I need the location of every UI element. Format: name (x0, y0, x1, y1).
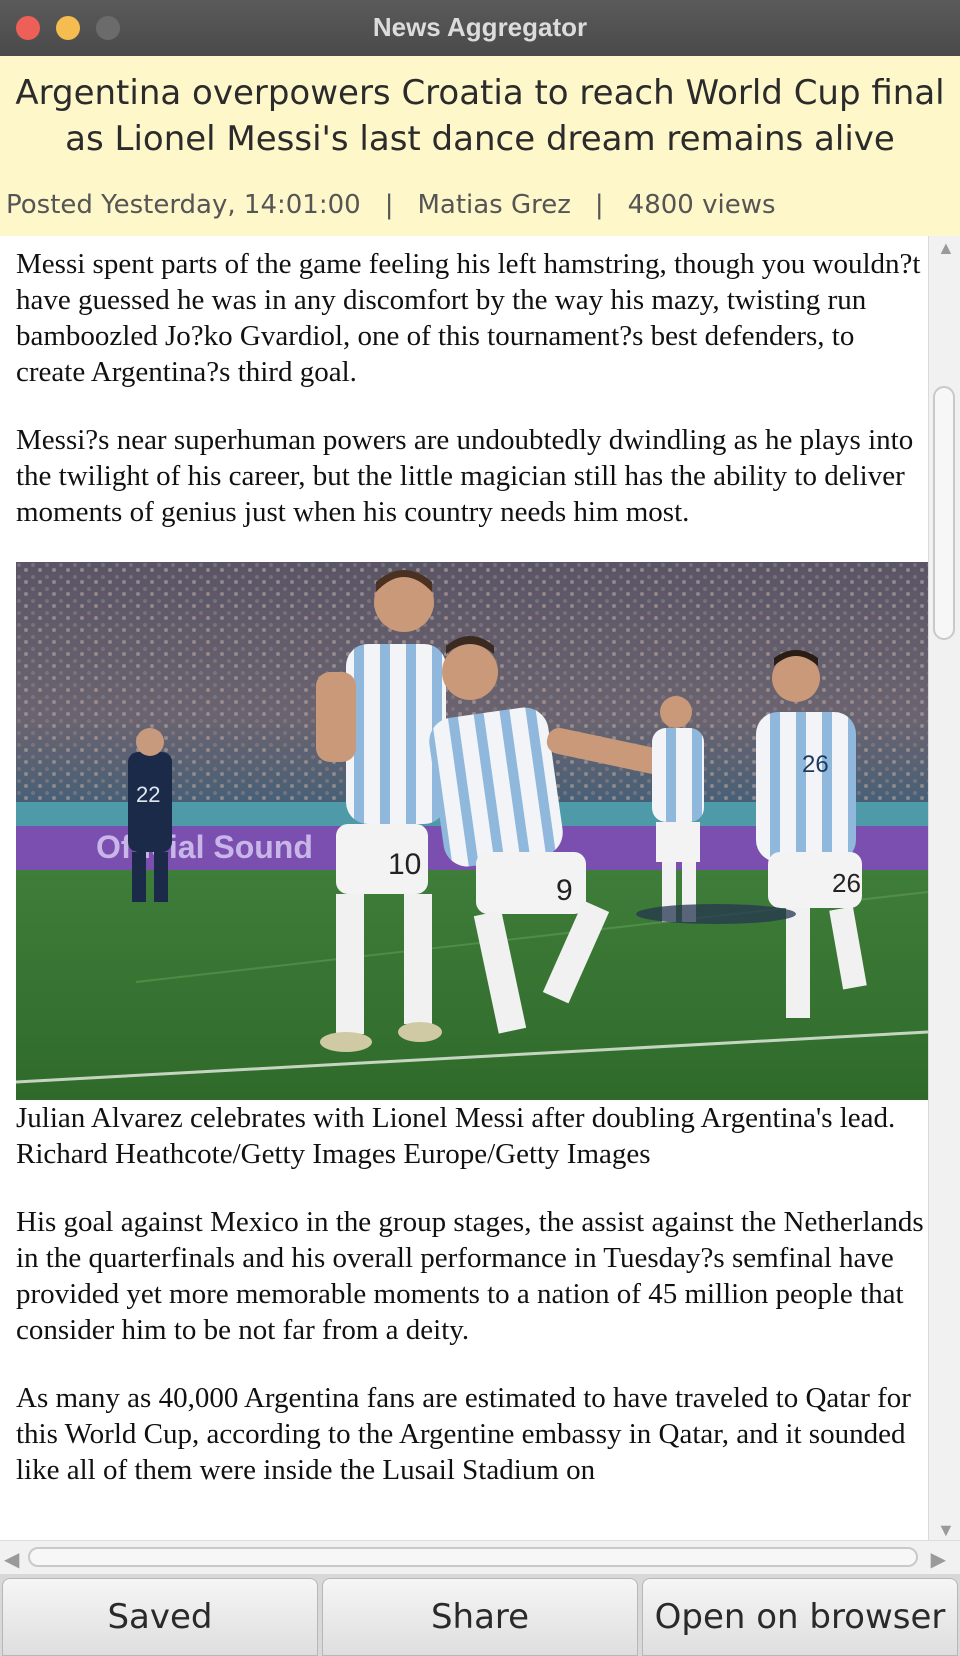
posted-time: Posted Yesterday, 14:01:00 (6, 190, 361, 220)
horizontal-scroll-thumb[interactable] (28, 1547, 918, 1567)
photo-credit: Richard Heathcote/Getty Images Europe/Ge… (16, 1138, 651, 1170)
author-name: Matias Grez (417, 190, 571, 220)
article-paragraph: As many as 40,000 Argentina fans are est… (16, 1382, 911, 1486)
scroll-right-icon[interactable]: ▶ (931, 1547, 946, 1572)
article-header: Argentina overpowers Croatia to reach Wo… (0, 56, 960, 236)
view-count: 4800 views (627, 190, 776, 220)
svg-text:22: 22 (136, 782, 160, 807)
saved-button[interactable]: Saved (2, 1578, 318, 1656)
vertical-scrollbar[interactable]: ▲ ▼ (928, 236, 960, 1540)
article-paragraph: Messi spent parts of the game feeling hi… (16, 248, 921, 388)
scroll-down-icon[interactable]: ▼ (937, 1520, 955, 1540)
action-bar: Saved Share Open on browser (0, 1574, 960, 1656)
photo-caption: Julian Alvarez celebrates with Lionel Me… (16, 1102, 896, 1134)
article-meta: Posted Yesterday, 14:01:00 | Matias Grez | 4… (6, 190, 776, 220)
meta-separator: | (384, 190, 394, 220)
vertical-scroll-thumb[interactable] (933, 386, 955, 640)
open-in-browser-button[interactable]: Open on browser (642, 1578, 958, 1656)
title-bar[interactable]: News Aggregator (0, 0, 960, 57)
article-headline: Argentina overpowers Croatia to reach Wo… (15, 73, 945, 159)
svg-text:9: 9 (556, 874, 573, 907)
photo-caption-block: Julian Alvarez celebrates with Lionel Me… (16, 1100, 928, 1172)
share-button[interactable]: Share (322, 1578, 638, 1656)
svg-text:26: 26 (832, 868, 861, 898)
article-paragraph: His goal against Mexico in the group sta… (16, 1206, 924, 1346)
article-paragraph: Messi?s near superhuman powers are undou… (16, 424, 914, 528)
svg-text:10: 10 (388, 848, 421, 881)
svg-text:26: 26 (802, 751, 829, 778)
window-title: News Aggregator (372, 12, 588, 42)
scroll-up-icon[interactable]: ▲ (937, 238, 955, 258)
article-photo: Official Sound 22 10 9 26 26 (16, 562, 928, 1100)
horizontal-scrollbar[interactable]: ◀ ▶ (0, 1540, 960, 1575)
scroll-left-icon[interactable]: ◀ (4, 1547, 19, 1572)
meta-separator: | (594, 190, 604, 220)
article-body[interactable]: Messi spent parts of the game feeling hi… (0, 236, 928, 1540)
app-window: News Aggregator Argentina overpowers Cro… (0, 0, 960, 1656)
